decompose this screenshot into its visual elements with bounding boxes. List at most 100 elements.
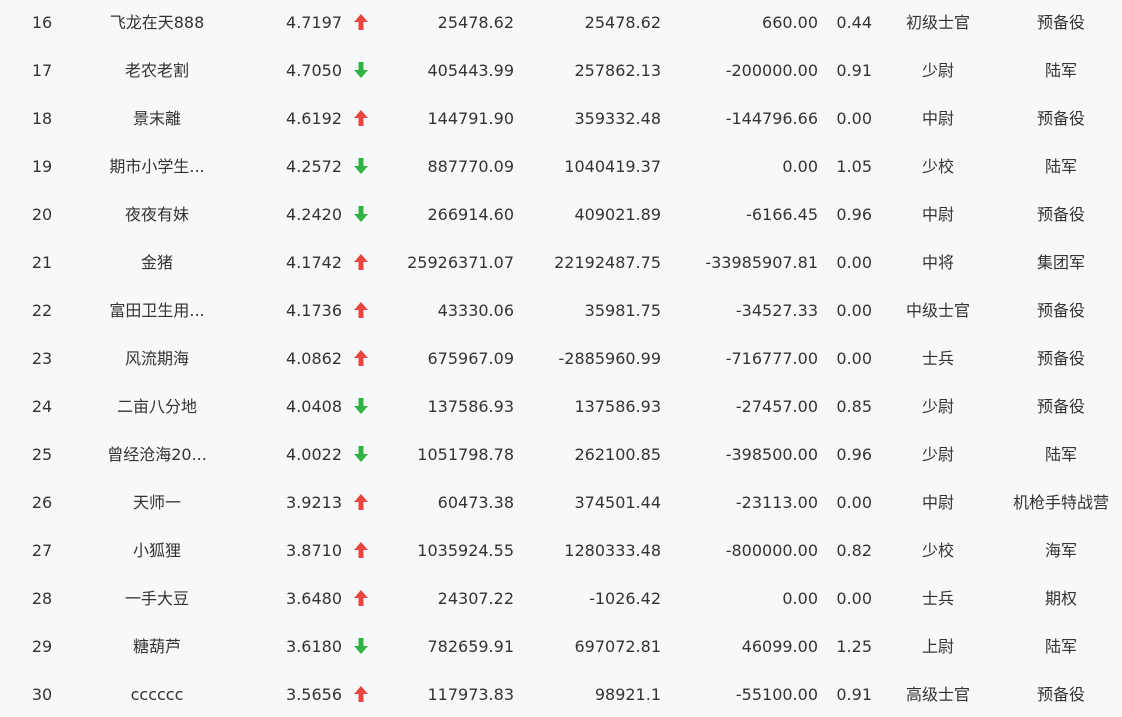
arrow-up-icon — [350, 240, 372, 288]
arrow-up-icon — [350, 576, 372, 624]
arrow-up-icon — [350, 528, 372, 576]
unit-name: 预备役 — [1036, 13, 1085, 32]
ratio-value: 0.00 — [836, 589, 872, 608]
ratio-value: 0.00 — [836, 253, 872, 272]
rank-cell: 20 — [31, 205, 53, 224]
table-row[interactable]: 19 期市小学生... 4.2572 887770.09 1040419.37 0.00 1… — [0, 144, 1122, 192]
net-flow-value: -800000.00 — [725, 541, 818, 560]
table-row[interactable]: 22 富田卫生用... 4.1736 43330.06 35981.75 -34527.3… — [0, 288, 1122, 336]
rank-cell: 26 — [31, 493, 53, 512]
equity-value: 60473.38 — [437, 493, 514, 512]
balance-value: 262100.85 — [574, 445, 661, 464]
rank-cell: 18 — [31, 109, 53, 128]
net-flow-value: 0.00 — [782, 157, 818, 176]
trader-name: 糖葫芦 — [132, 637, 181, 656]
table-row[interactable]: 20 夜夜有妹 4.2420 266914.60 409021.89 -6166.45 0.… — [0, 192, 1122, 240]
equity-value: 24307.22 — [437, 589, 514, 608]
table-row[interactable]: 23 风流期海 4.0862 675967.09 -2885960.99 -716777.… — [0, 336, 1122, 384]
ratio-value: 0.91 — [836, 685, 872, 704]
score-value: 3.9213 — [286, 493, 342, 512]
rank-title: 士兵 — [921, 349, 954, 368]
table-row[interactable]: 26 天师一 3.9213 60473.38 374501.44 -23113.00 0.0… — [0, 480, 1122, 528]
table-row[interactable]: 16 飞龙在天888 4.7197 25478.62 25478.62 660.00 0.4… — [0, 0, 1122, 48]
score-value: 4.7197 — [286, 13, 342, 32]
arrow-down-icon — [350, 144, 372, 192]
unit-name: 期权 — [1044, 589, 1077, 608]
rank-title: 士兵 — [921, 589, 954, 608]
table-row[interactable]: 29 糖葫芦 3.6180 782659.91 697072.81 46099.00 1.2… — [0, 624, 1122, 672]
unit-name: 预备役 — [1036, 205, 1085, 224]
table-row[interactable]: 24 二亩八分地 4.0408 137586.93 137586.93 -27457.00… — [0, 384, 1122, 432]
rank-title: 少尉 — [921, 397, 954, 416]
score-value: 4.0408 — [286, 397, 342, 416]
table-row[interactable]: 28 一手大豆 3.6480 24307.22 -1026.42 0.00 0.00 士兵 期权 — [0, 576, 1122, 624]
ratio-value: 0.96 — [836, 445, 872, 464]
rank-title: 中尉 — [921, 205, 954, 224]
rank-cell: 19 — [31, 157, 53, 176]
rank-cell: 21 — [31, 253, 53, 272]
equity-value: 1035924.55 — [417, 541, 514, 560]
unit-name: 预备役 — [1036, 349, 1085, 368]
net-flow-value: 660.00 — [762, 13, 818, 32]
score-value: 4.2572 — [286, 157, 342, 176]
table-row[interactable]: 30 cccccc 3.5656 117973.83 98921.1 -55100.00 0… — [0, 672, 1122, 717]
trader-name: cccccc — [130, 685, 184, 704]
equity-value: 137586.93 — [427, 397, 514, 416]
table-row[interactable]: 27 小狐狸 3.8710 1035924.55 1280333.48 -800000.0… — [0, 528, 1122, 576]
ranking-table: 16 飞龙在天888 4.7197 25478.62 25478.62 660.00 0.4… — [0, 0, 1122, 717]
arrow-down-icon — [350, 192, 372, 240]
trader-name: 飞龙在天888 — [109, 13, 205, 32]
balance-value: 35981.75 — [584, 301, 661, 320]
unit-name: 陆军 — [1044, 637, 1077, 656]
equity-value: 782659.91 — [427, 637, 514, 656]
ratio-value: 0.96 — [836, 205, 872, 224]
rank-title: 少校 — [921, 541, 954, 560]
net-flow-value: -33985907.81 — [705, 253, 818, 272]
arrow-up-icon — [350, 288, 372, 336]
table-row[interactable]: 25 曾经沧海20... 4.0022 1051798.78 262100.85 -398… — [0, 432, 1122, 480]
unit-name: 机枪手特战营 — [1012, 493, 1109, 512]
arrow-up-icon — [350, 480, 372, 528]
net-flow-value: -34527.33 — [735, 301, 818, 320]
trader-name: 二亩八分地 — [116, 397, 197, 416]
equity-value: 144791.90 — [427, 109, 514, 128]
unit-name: 预备役 — [1036, 397, 1085, 416]
net-flow-value: -27457.00 — [735, 397, 818, 416]
ratio-value: 0.91 — [836, 61, 872, 80]
balance-value: 359332.48 — [574, 109, 661, 128]
rank-title: 中将 — [921, 253, 954, 272]
balance-value: 98921.1 — [594, 685, 661, 704]
balance-value: 22192487.75 — [554, 253, 661, 272]
score-value: 4.0022 — [286, 445, 342, 464]
balance-value: 1040419.37 — [564, 157, 661, 176]
net-flow-value: 46099.00 — [741, 637, 818, 656]
trader-name: 期市小学生... — [109, 157, 205, 176]
ratio-value: 0.82 — [836, 541, 872, 560]
rank-cell: 22 — [31, 301, 53, 320]
trader-name: 小狐狸 — [132, 541, 181, 560]
equity-value: 43330.06 — [437, 301, 514, 320]
net-flow-value: -398500.00 — [725, 445, 818, 464]
equity-value: 1051798.78 — [417, 445, 514, 464]
score-value: 4.7050 — [286, 61, 342, 80]
table-row[interactable]: 18 景末離 4.6192 144791.90 359332.48 -144796.66 0… — [0, 96, 1122, 144]
unit-name: 陆军 — [1044, 445, 1077, 464]
net-flow-value: 0.00 — [782, 589, 818, 608]
score-value: 4.2420 — [286, 205, 342, 224]
rank-cell: 29 — [31, 637, 53, 656]
equity-value: 117973.83 — [427, 685, 514, 704]
ratio-value: 0.00 — [836, 301, 872, 320]
rank-cell: 30 — [31, 685, 53, 704]
rank-cell: 27 — [31, 541, 53, 560]
arrow-down-icon — [350, 48, 372, 96]
trader-name: 老农老割 — [124, 61, 189, 80]
balance-value: 697072.81 — [574, 637, 661, 656]
rank-title: 中级士官 — [905, 301, 970, 320]
table-row[interactable]: 21 金猪 4.1742 25926371.07 22192487.75 -3398590… — [0, 240, 1122, 288]
arrow-down-icon — [350, 624, 372, 672]
ratio-value: 0.85 — [836, 397, 872, 416]
arrow-up-icon — [350, 96, 372, 144]
table-row[interactable]: 17 老农老割 4.7050 405443.99 257862.13 -200000.00… — [0, 48, 1122, 96]
rank-cell: 23 — [31, 349, 53, 368]
unit-name: 预备役 — [1036, 109, 1085, 128]
